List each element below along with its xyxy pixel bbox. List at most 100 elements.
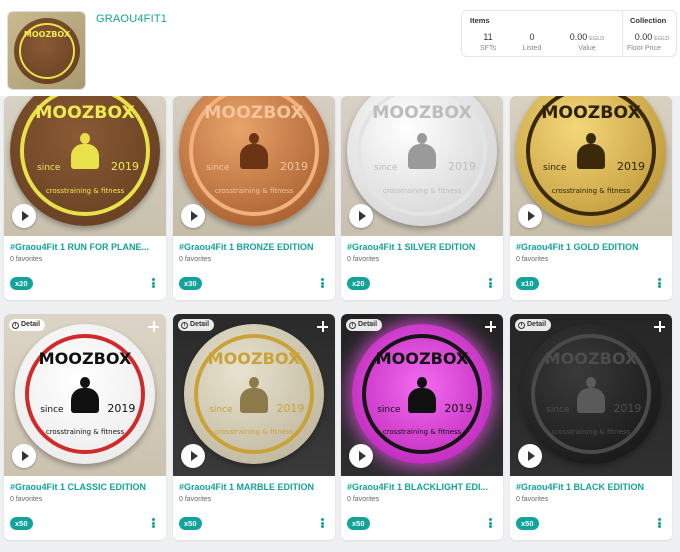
nft-card[interactable]: MOOZBOX since 2019 crosstraining & fitness #… [173,96,335,300]
play-icon[interactable] [181,444,205,468]
collection-heading: Collection [630,16,667,25]
nft-card[interactable]: MOOZBOX since 2019 crosstraining & fitness i… [173,314,335,540]
detail-badge[interactable]: i Detail [515,319,552,331]
sfts-label: SFTs [480,45,496,52]
nft-title[interactable]: #Graou4Fit 1 CLASSIC EDITION [10,482,162,492]
medallion-brand-text: MOOZBOX [204,103,304,123]
quantity-badge: x50 [347,517,370,530]
nft-image[interactable]: MOOZBOX since 2019 crosstraining & fitness [173,96,335,236]
medallion-artwork: MOOZBOX since 2019 crosstraining & fitness [10,96,160,226]
collection-stats: Items Collection 11 SFTs 0 Listed 0.00 EG… [461,10,677,57]
nft-title[interactable]: #Graou4Fit 1 BLACKLIGHT EDI... [347,482,499,492]
nft-title[interactable]: #Graou4Fit 1 SILVER EDITION [347,242,499,252]
nft-card[interactable]: MOOZBOX since 2019 crosstraining & fitness #… [510,96,672,300]
medallion-year-text: 2019 [280,160,308,173]
medallion-since-text: since [40,405,64,416]
more-options-icon[interactable] [654,516,664,530]
nft-image[interactable]: MOOZBOX since 2019 crosstraining & fitness [4,96,166,236]
value-amount: 0.00 EGLD [569,32,605,42]
collection-medallion-artwork: MOOZBOX [14,18,80,84]
nft-image[interactable]: MOOZBOX since 2019 crosstraining & fitness [341,96,503,236]
medallion-artwork: MOOZBOX since 2019 crosstraining & fitness [15,324,155,464]
nft-image[interactable]: MOOZBOX since 2019 crosstraining & fitness i… [341,314,503,476]
medallion-brand-text: MOOZBOX [35,103,135,123]
medallion-artwork: MOOZBOX since 2019 crosstraining & fitness [516,96,666,226]
medallion-brand-text: MOOZBOX [541,103,641,123]
sfts-value: 11 [483,32,493,42]
more-options-icon[interactable] [485,516,495,530]
nft-card[interactable]: MOOZBOX since 2019 crosstraining & fitness #… [341,96,503,300]
collection-name: GRAOU4FIT1 [96,13,168,25]
more-options-icon[interactable] [317,276,327,290]
detail-badge-label: Detail [190,321,210,328]
favorites-count: 0 favorites [179,256,212,263]
nft-card[interactable]: MOOZBOX since 2019 crosstraining & fitness i… [510,314,672,540]
value-label: Value [578,45,596,52]
detail-badge-label: Detail [527,321,547,328]
medallion-artwork: MOOZBOX since 2019 crosstraining & fitness [179,96,329,226]
detail-badge[interactable]: i Detail [178,319,215,331]
medallion-artwork: MOOZBOX since 2019 crosstraining & fitness [352,324,492,464]
add-icon[interactable] [654,321,665,332]
nft-card[interactable]: MOOZBOX since 2019 crosstraining & fitness #… [4,96,166,300]
quantity-badge: x50 [516,517,539,530]
info-icon: i [518,321,525,329]
floor-price-amount: 0.00 EGLD [634,32,670,42]
athlete-silhouette-icon [406,377,438,414]
medallion-brand-text: MOOZBOX [375,349,469,369]
play-icon[interactable] [181,204,205,228]
detail-badge[interactable]: i Detail [346,319,383,331]
more-options-icon[interactable] [654,276,664,290]
add-icon[interactable] [317,321,328,332]
athlete-silhouette-icon [575,377,607,414]
medallion-since-text: since [37,163,61,173]
add-icon[interactable] [485,321,496,332]
play-icon[interactable] [12,204,36,228]
more-options-icon[interactable] [317,516,327,530]
nft-card[interactable]: MOOZBOX since 2019 crosstraining & fitness i… [4,314,166,540]
medallion-year-text: 2019 [444,402,473,416]
listed-label: Listed [522,45,542,52]
medallion-artwork: MOOZBOX since 2019 crosstraining & fitness [347,96,497,226]
play-icon[interactable] [349,444,373,468]
detail-badge[interactable]: i Detail [9,319,46,331]
favorites-count: 0 favorites [516,256,549,263]
add-icon[interactable] [148,321,159,332]
medallion-year-text: 2019 [111,160,139,173]
more-options-icon[interactable] [485,276,495,290]
info-icon: i [12,321,19,329]
more-options-icon[interactable] [148,516,158,530]
quantity-badge: x20 [347,277,370,290]
athlete-silhouette-icon [238,377,270,414]
collection-header: MOOZBOX GRAOU4FIT1 Items Collection 11 S… [0,0,680,96]
favorites-count: 0 favorites [10,496,43,503]
nft-title[interactable]: #Graou4Fit 1 RUN FOR PLANE... [10,242,162,252]
play-icon[interactable] [518,204,542,228]
athlete-silhouette-icon [69,133,101,169]
nft-image[interactable]: MOOZBOX since 2019 crosstraining & fitness [510,96,672,236]
detail-badge-label: Detail [358,321,378,328]
nft-card[interactable]: MOOZBOX since 2019 crosstraining & fitness i… [341,314,503,540]
medallion-year-text: 2019 [617,160,645,173]
nft-image[interactable]: MOOZBOX since 2019 crosstraining & fitness i… [4,314,166,476]
nft-title[interactable]: #Graou4Fit 1 MARBLE EDITION [179,482,331,492]
nft-image[interactable]: MOOZBOX since 2019 crosstraining & fitness i… [173,314,335,476]
athlete-silhouette-icon [575,133,607,169]
medallion-subtitle-text: crosstraining & fitness [551,187,631,195]
medallion-subtitle-text: crosstraining & fitness [214,187,294,195]
play-icon[interactable] [12,444,36,468]
medallion-year-text: 2019 [276,402,305,416]
collection-thumbnail[interactable]: MOOZBOX [7,11,86,90]
play-icon[interactable] [349,204,373,228]
medallion-brand-text: MOOZBOX [544,349,638,369]
favorites-count: 0 favorites [347,256,380,263]
detail-badge-label: Detail [21,321,41,328]
athlete-silhouette-icon [406,133,438,169]
nft-title[interactable]: #Graou4Fit 1 BRONZE EDITION [179,242,331,252]
nft-image[interactable]: MOOZBOX since 2019 crosstraining & fitness i… [510,314,672,476]
medallion-subtitle-text: crosstraining & fitness [214,427,294,436]
nft-title[interactable]: #Graou4Fit 1 GOLD EDITION [516,242,668,252]
play-icon[interactable] [518,444,542,468]
nft-title[interactable]: #Graou4Fit 1 BLACK EDITION [516,482,668,492]
more-options-icon[interactable] [148,276,158,290]
